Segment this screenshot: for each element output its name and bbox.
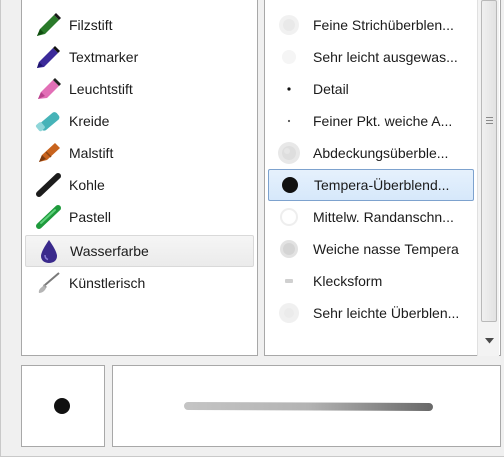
- preset-label: Tempera-Überblend...: [314, 177, 450, 193]
- preset-item[interactable]: Mittelw. Randanschn...: [268, 201, 474, 233]
- preset-label: Sehr leicht ausgewas...: [313, 49, 458, 65]
- preset-item[interactable]: Detail: [268, 73, 474, 105]
- brush-tip-dot: [54, 398, 70, 414]
- brush-item-malstift[interactable]: Malstift: [25, 137, 254, 169]
- chalk-icon: [31, 107, 65, 135]
- brush-label: Kohle: [69, 177, 105, 193]
- brush-label: Leuchtstift: [69, 81, 133, 97]
- tiny-dot-icon: [274, 106, 304, 136]
- watercolor-drop-icon: [32, 237, 66, 265]
- preset-item[interactable]: Sehr leicht ausgewas...: [268, 41, 474, 73]
- charcoal-icon: [31, 171, 65, 199]
- brush-item-pastell[interactable]: Pastell: [25, 201, 254, 233]
- pastel-icon: [31, 203, 65, 231]
- preset-item[interactable]: Weiche nasse Tempera: [268, 233, 474, 265]
- preset-item[interactable]: Feine Strichüberblen...: [268, 9, 474, 41]
- crayon-icon: [31, 139, 65, 167]
- preset-label: Abdeckungsüberble...: [313, 145, 449, 161]
- blob-icon: [274, 266, 304, 296]
- brush-size-preview: [21, 365, 105, 447]
- brush-preset-list[interactable]: Feine Strichüberblen... Sehr leicht ausg…: [264, 0, 501, 356]
- brush-label: Wasserfarbe: [70, 243, 149, 259]
- preset-label: Sehr leichte Überblen...: [313, 305, 460, 321]
- brush-item-kuenstlerisch[interactable]: Künstlerisch: [25, 267, 254, 299]
- preset-item[interactable]: Tempera-Überblend...: [268, 169, 474, 201]
- brush-item-kreide[interactable]: Kreide: [25, 105, 254, 137]
- artistic-brush-icon: [31, 269, 65, 297]
- brush-item-filzstift[interactable]: Filzstift: [25, 9, 254, 41]
- small-dot-icon: [274, 74, 304, 104]
- preset-item[interactable]: Feiner Pkt. weiche A...: [268, 105, 474, 137]
- medium-edge-icon: [274, 202, 304, 232]
- scrollbar-thumb[interactable]: [481, 0, 497, 322]
- text-marker-icon: [31, 43, 65, 71]
- brush-item-leuchtstift[interactable]: Leuchtstift: [25, 73, 254, 105]
- felt-pen-icon: [31, 11, 65, 39]
- brush-label: Textmarker: [69, 49, 139, 65]
- brush-item-kohle[interactable]: Kohle: [25, 169, 254, 201]
- brush-item-textmarker[interactable]: Textmarker: [25, 41, 254, 73]
- brush-label: Künstlerisch: [69, 275, 146, 291]
- brush-stroke-preview: [112, 365, 501, 447]
- brush-type-list[interactable]: Filzstift Textmarker Leuchtstift Kreide …: [21, 0, 258, 356]
- preset-label: Feine Strichüberblen...: [313, 17, 454, 33]
- brush-label: Kreide: [69, 113, 110, 129]
- brush-item-wasserfarbe[interactable]: Wasserfarbe: [25, 235, 254, 267]
- faint-blend-icon: [274, 10, 304, 40]
- preset-label: Weiche nasse Tempera: [313, 241, 459, 257]
- preset-label: Klecksform: [313, 273, 383, 289]
- brush-label: Filzstift: [69, 17, 113, 33]
- stroke-sample: [184, 402, 433, 411]
- preset-item[interactable]: Sehr leichte Überblen...: [268, 297, 474, 329]
- brush-label: Pastell: [69, 209, 112, 225]
- preset-label: Feiner Pkt. weiche A...: [313, 113, 453, 129]
- coverage-blend-icon: [274, 138, 304, 168]
- highlighter-icon: [31, 75, 65, 103]
- preset-label: Mittelw. Randanschn...: [313, 209, 454, 225]
- soft-wet-icon: [274, 234, 304, 264]
- preset-label: Detail: [313, 81, 349, 97]
- very-light-blend-icon: [274, 298, 304, 328]
- preset-scrollbar[interactable]: [477, 0, 499, 356]
- large-dot-icon: [275, 170, 305, 200]
- scroll-down-arrow-icon[interactable]: [483, 336, 495, 346]
- brush-label: Malstift: [69, 145, 114, 161]
- grip-icon: [486, 117, 493, 126]
- preset-item[interactable]: Abdeckungsüberble...: [268, 137, 474, 169]
- preset-item[interactable]: Klecksform: [268, 265, 474, 297]
- very-light-wash-icon: [274, 42, 304, 72]
